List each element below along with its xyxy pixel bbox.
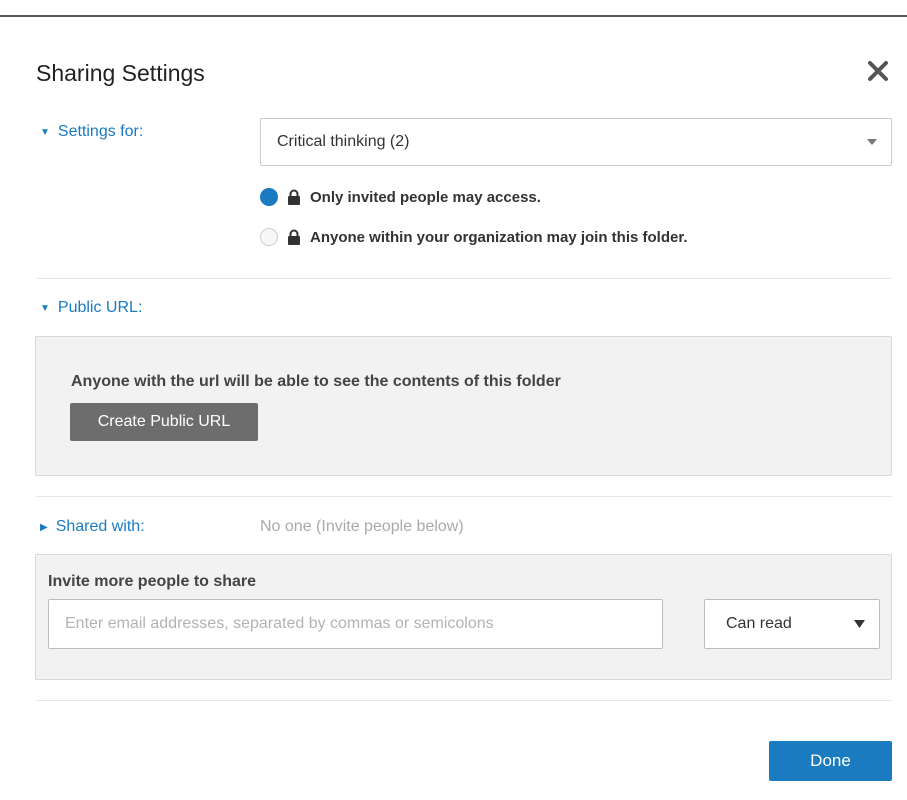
public-url-description: Anyone with the url will be able to see … <box>71 373 561 390</box>
radio-organization-label: Anyone within your organization may join… <box>310 228 688 246</box>
settings-for-toggle[interactable]: ▼ Settings for: <box>40 123 143 141</box>
radio-organization[interactable]: Anyone within your organization may join… <box>260 228 688 246</box>
chevron-down-icon <box>867 139 877 145</box>
shared-with-label: Shared with: <box>55 518 145 535</box>
top-divider <box>0 15 907 17</box>
close-button[interactable] <box>861 54 895 88</box>
public-url-toggle[interactable]: ▼ Public URL: <box>40 299 142 317</box>
public-url-label: Public URL: <box>57 299 143 316</box>
close-icon <box>868 61 888 81</box>
create-public-url-button[interactable]: Create Public URL <box>70 403 258 441</box>
invite-heading: Invite more people to share <box>48 573 257 590</box>
chevron-down-icon <box>854 620 865 628</box>
caret-down-icon: ▼ <box>40 126 50 138</box>
folder-select[interactable]: Critical thinking (2) <box>260 118 892 166</box>
permission-select-value: Can read <box>726 615 792 632</box>
lock-icon <box>288 189 300 205</box>
section-divider <box>36 700 892 701</box>
radio-checked[interactable] <box>260 188 278 206</box>
invite-panel: Invite more people to share Can read <box>35 554 892 680</box>
permission-select[interactable]: Can read <box>704 599 880 649</box>
dialog-title: Sharing Settings <box>36 60 205 86</box>
invite-email-input[interactable] <box>48 599 663 649</box>
done-button[interactable]: Done <box>769 741 892 781</box>
section-divider <box>36 496 892 497</box>
section-divider <box>36 278 892 279</box>
caret-down-icon: ▼ <box>40 302 50 314</box>
lock-icon <box>288 229 300 245</box>
folder-select-value: Critical thinking (2) <box>277 133 410 150</box>
caret-right-icon: ▶ <box>40 521 48 533</box>
public-url-panel: Anyone with the url will be able to see … <box>35 336 892 476</box>
settings-for-label: Settings for: <box>57 123 144 140</box>
shared-with-value: No one (Invite people below) <box>260 518 464 535</box>
shared-with-toggle[interactable]: ▶ Shared with: <box>40 518 145 536</box>
radio-only-invited[interactable]: Only invited people may access. <box>260 188 541 206</box>
radio-only-invited-label: Only invited people may access. <box>310 188 541 206</box>
radio-unchecked[interactable] <box>260 228 278 246</box>
